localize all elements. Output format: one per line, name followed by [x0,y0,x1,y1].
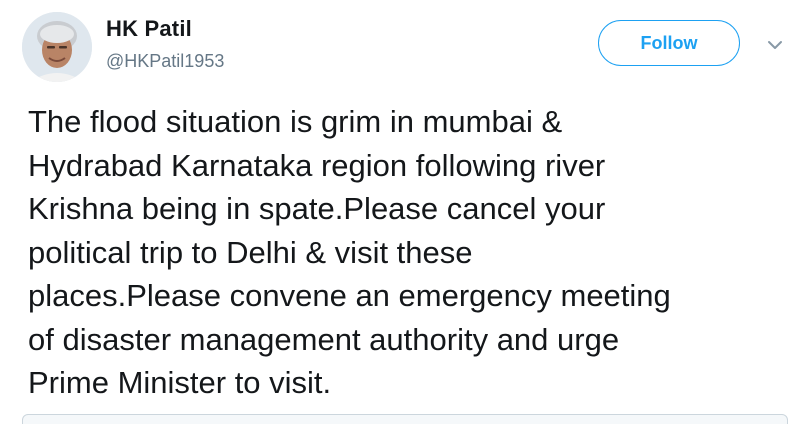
avatar-photo-icon [22,12,92,82]
tweet-card: HK Patil @HKPatil1953 Follow The flood s… [0,0,800,424]
attached-card-edge[interactable] [22,414,788,424]
author-names: HK Patil @HKPatil1953 [106,16,224,71]
author-handle[interactable]: @HKPatil1953 [106,51,224,71]
chevron-down-icon [768,41,782,49]
avatar[interactable] [22,12,92,82]
tweet-text: The flood situation is grim in mumbai & … [28,104,671,400]
tweet-header: HK Patil @HKPatil1953 Follow [22,12,782,82]
follow-button[interactable]: Follow [598,20,740,66]
author-display-name[interactable]: HK Patil [106,16,224,42]
tweet-menu-button[interactable] [764,34,786,56]
